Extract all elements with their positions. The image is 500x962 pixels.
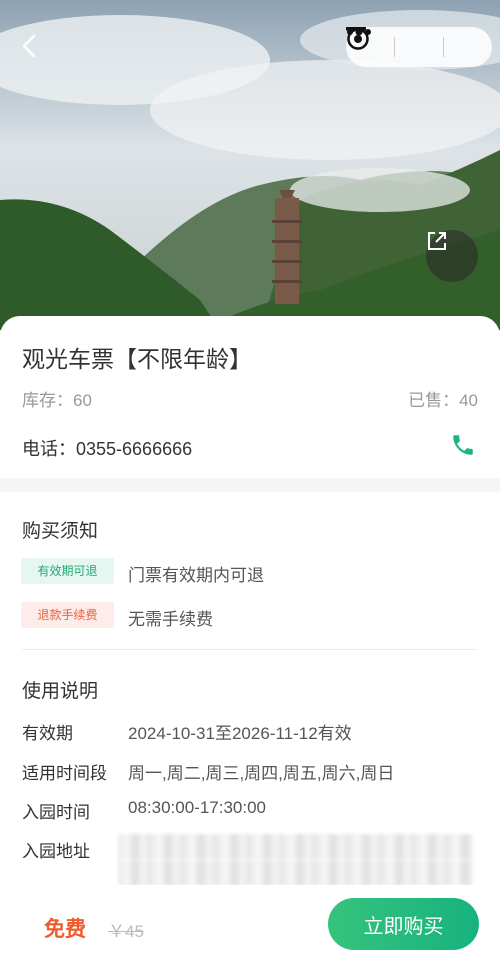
phone-icon (453, 435, 473, 455)
refund-policy-tag: 有效期可退 (21, 558, 114, 584)
purchase-notice-title: 购买须知 (22, 521, 99, 542)
buy-now-button[interactable]: 立即购买 (328, 898, 479, 950)
bottom-purchase-bar: 免费 ￥45 立即购买 (0, 885, 500, 962)
chevron-left-icon (22, 34, 36, 58)
section-divider (22, 649, 478, 650)
stock-count: 库存：60 (22, 391, 92, 410)
target-circle-icon (347, 28, 369, 50)
call-button[interactable] (450, 432, 476, 458)
phone-number: 电话：0355-6666666 (22, 439, 193, 459)
mini-program-capsule (346, 27, 492, 67)
entry-time-label: 入园时间 (22, 803, 90, 822)
validity-value: 2024-10-31至2026-11-12有效 (128, 724, 352, 743)
refund-fee-tag: 退款手续费 (21, 602, 114, 628)
refund-fee-text: 无需手续费 (128, 610, 213, 629)
ticket-summary-card: 观光车票【不限年龄】 库存：60 已售：40 电话：0355-6666666 (0, 316, 500, 478)
refund-policy-text: 门票有效期内可退 (128, 566, 264, 585)
external-link-icon (428, 232, 446, 250)
usage-instructions-title: 使用说明 (22, 681, 99, 702)
validity-label: 有效期 (22, 724, 73, 743)
ticket-title: 观光车票【不限年龄】 (22, 346, 252, 372)
entry-address-label: 入园地址 (22, 842, 90, 861)
entry-address-redacted (118, 834, 473, 860)
current-price: 免费 (44, 918, 86, 941)
time-period-label: 适用时间段 (22, 764, 107, 783)
minimize-button[interactable] (346, 27, 443, 67)
sold-count: 已售：40 (408, 391, 478, 410)
original-price: ￥45 (108, 922, 144, 941)
back-button[interactable] (14, 30, 46, 62)
entry-time-value: 08:30:00-17:30:00 (128, 798, 267, 817)
entry-address-redacted (118, 860, 473, 886)
close-mini-program-button[interactable] (347, 27, 492, 67)
time-period-value: 周一,周二,周三,周四,周五,周六,周日 (128, 764, 395, 783)
share-button[interactable] (426, 230, 478, 282)
hero-image (0, 0, 500, 330)
